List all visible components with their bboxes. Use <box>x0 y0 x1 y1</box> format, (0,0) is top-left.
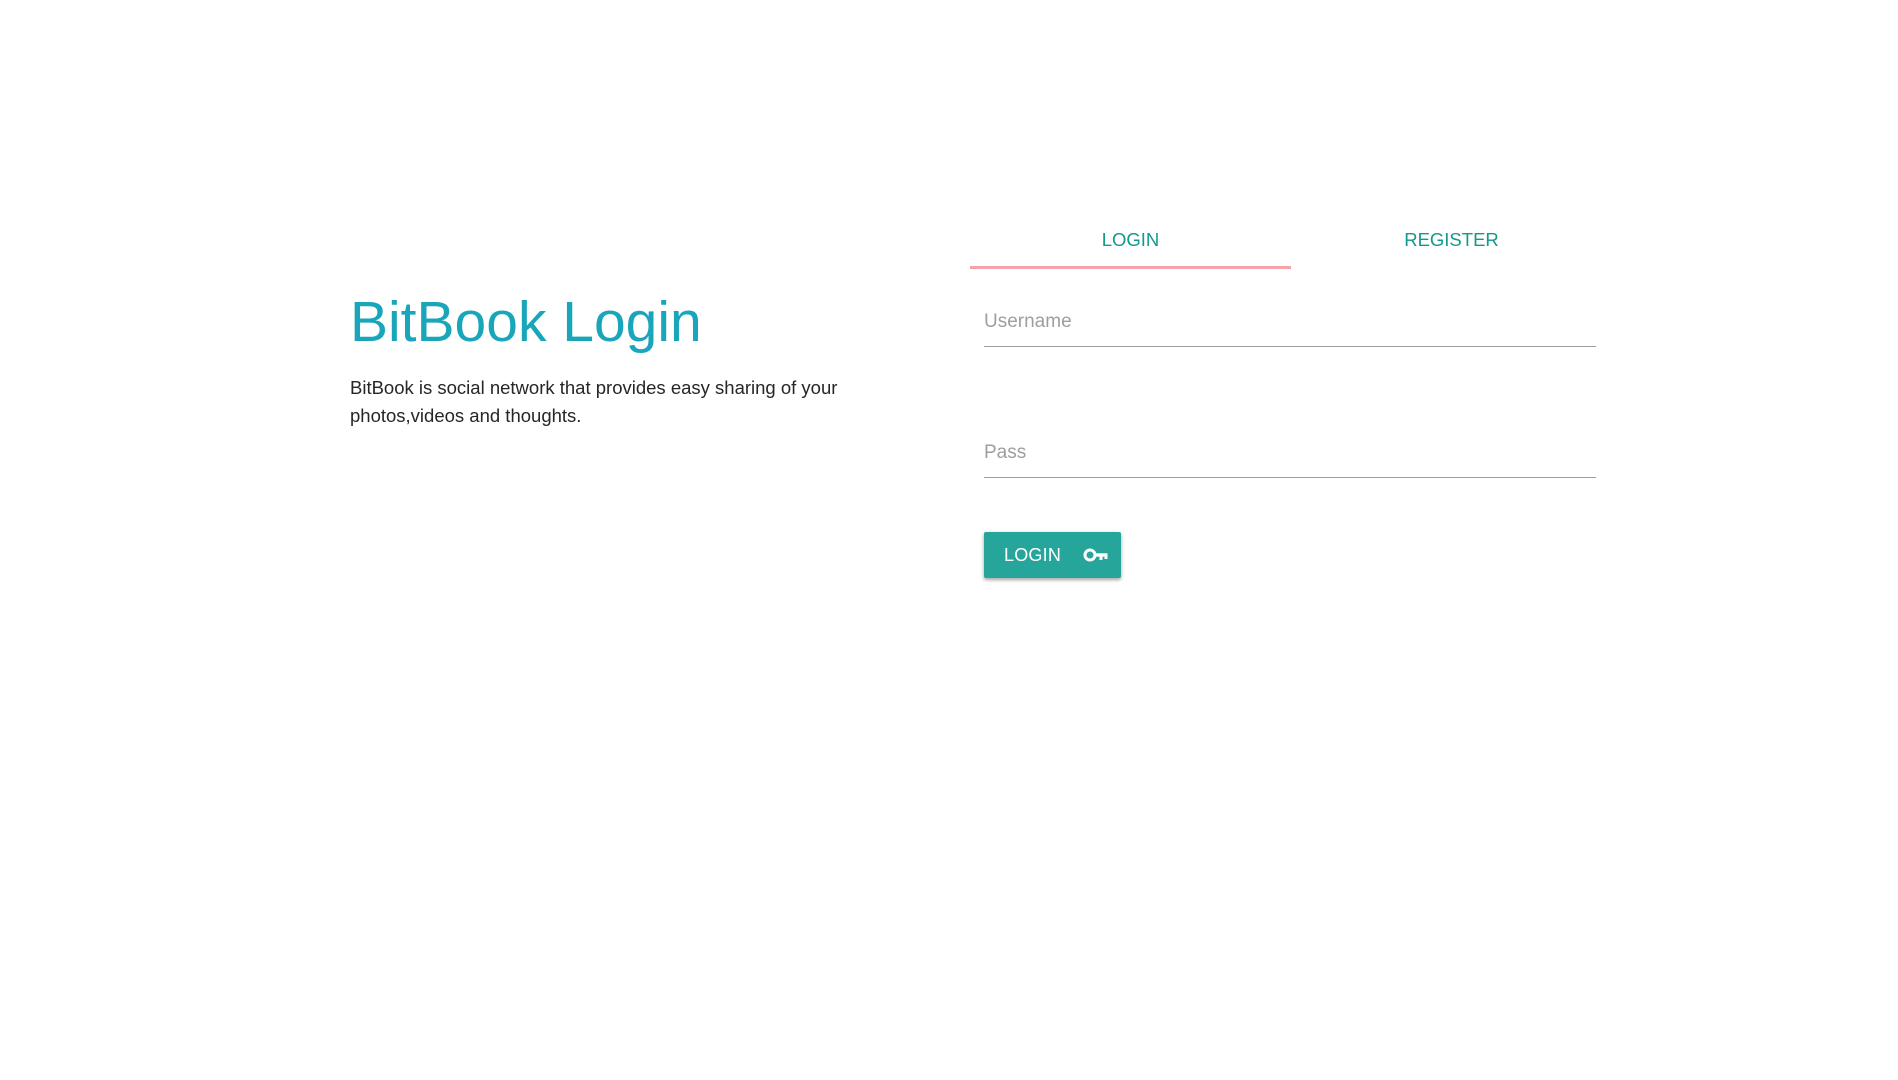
login-button[interactable]: LOGIN <box>984 532 1121 578</box>
username-input[interactable] <box>984 302 1596 342</box>
page-description: BitBook is social network that provides … <box>350 377 838 426</box>
login-page: BitBook Login BitBook is social network … <box>0 0 1898 1080</box>
username-field <box>984 302 1596 347</box>
password-input[interactable] <box>984 433 1596 473</box>
tab-login[interactable]: LOGIN <box>970 220 1291 270</box>
tab-register[interactable]: REGISTER <box>1291 220 1612 270</box>
active-tab-indicator <box>970 266 1291 269</box>
password-field <box>984 433 1596 478</box>
login-button-label: LOGIN <box>1004 544 1062 565</box>
page-title: BitBook Login <box>350 290 702 354</box>
intro-section: BitBook Login BitBook is social network … <box>350 284 890 430</box>
auth-tabs: LOGIN REGISTER <box>970 220 1612 270</box>
key-icon <box>1083 547 1109 563</box>
